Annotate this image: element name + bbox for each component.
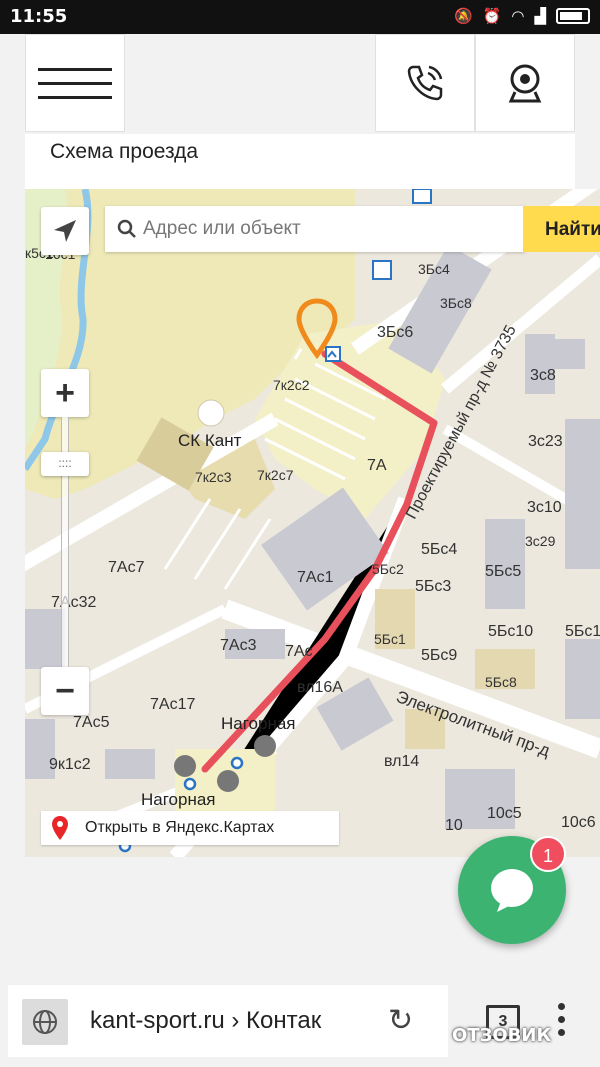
- find-button[interactable]: Найти: [523, 206, 600, 252]
- chat-unread-badge: 1: [530, 836, 566, 872]
- status-bar: 11:55 🔕 ⏰ ◠ ▟: [0, 0, 600, 34]
- page-title: Схема проезда: [50, 140, 199, 163]
- otzovik-watermark: ОТЗОВИК: [452, 1025, 552, 1046]
- building-label: 3Бс8: [440, 295, 472, 311]
- metro-label: Нагорная: [221, 714, 296, 733]
- building-label: 5Бс4: [421, 541, 458, 558]
- building-label: 7Ас7: [108, 559, 145, 576]
- building-label: 10с5: [487, 805, 522, 822]
- building-label: 7Ас1: [297, 569, 334, 586]
- building-label: 10: [445, 817, 463, 834]
- open-in-yandex-label: Открыть в Яндекс.Картах: [85, 819, 275, 836]
- signal-icon: ▟: [534, 8, 546, 25]
- building-label: 3с29: [525, 533, 556, 549]
- hamburger-icon: [38, 57, 112, 110]
- zoom-slider-handle[interactable]: ::::: [41, 452, 89, 476]
- building-label: 7к2с7: [257, 467, 294, 483]
- bell-off-icon: 🔕: [453, 8, 473, 25]
- chat-bubble-icon: [491, 869, 533, 912]
- building-label: 5Бс11: [565, 623, 600, 640]
- url-text: kant-sport.ru › Контак: [90, 1007, 322, 1034]
- building-label: 3Бс4: [418, 261, 450, 277]
- wifi-icon: ◠: [511, 8, 525, 25]
- building-label: 3с23: [528, 433, 563, 450]
- webcam-icon: [508, 64, 542, 103]
- map-canvas: [25, 189, 600, 857]
- building-label: вл16А: [297, 679, 343, 696]
- map-pin-icon: [52, 816, 68, 840]
- building-label: 7к2с3: [195, 469, 232, 485]
- site-header: [0, 34, 600, 134]
- search-icon: [117, 219, 136, 238]
- status-icons: 🔕 ⏰ ◠ ▟: [454, 7, 590, 25]
- building-label: 3с10: [527, 499, 562, 516]
- building-label: 7Ас5: [73, 714, 110, 731]
- building-label: 7Ас17: [150, 696, 196, 713]
- building-label: 3с8: [530, 367, 556, 384]
- address-bar[interactable]: kant-sport.ru › Контак ↻: [8, 985, 448, 1057]
- building-label: 7Ас3: [220, 637, 257, 654]
- building-label: 7Ас32: [51, 594, 97, 611]
- building-label: 7А: [367, 457, 387, 474]
- building-label: 5Бс9: [421, 647, 458, 664]
- building-label: 7к2с2: [273, 377, 310, 393]
- browser-toolbar: kant-sport.ru › Контак ↻ 3: [0, 975, 600, 1067]
- building-label: 5Бс2: [372, 561, 404, 577]
- yandex-map[interactable]: 16с1 7к2с2 СК Кант 7к2с3 7к2с7 7А 7Ас1 7…: [25, 189, 600, 857]
- phone-call-icon: [407, 65, 443, 101]
- reload-icon[interactable]: ↻: [388, 1003, 413, 1038]
- webcam-button[interactable]: [475, 34, 575, 132]
- building-label: 5Бс8: [485, 674, 517, 690]
- zoom-in-button[interactable]: +: [41, 369, 89, 417]
- venue-label: СК Кант: [178, 431, 242, 450]
- map-search-box[interactable]: [105, 206, 525, 252]
- destination-marker-icon[interactable]: [295, 297, 339, 361]
- phone-button[interactable]: [375, 34, 475, 132]
- battery-icon: [556, 8, 590, 24]
- building-label: 5Бс5: [485, 563, 522, 580]
- globe-icon: [22, 999, 68, 1045]
- zoom-out-button[interactable]: −: [41, 667, 89, 715]
- building-label: 7Ас: [285, 643, 313, 660]
- menu-button[interactable]: [25, 34, 125, 132]
- alarm-icon: ⏰: [482, 8, 502, 25]
- more-vert-icon[interactable]: [558, 1003, 570, 1042]
- navigation-arrow-icon: [54, 220, 76, 242]
- map-search-input[interactable]: [143, 218, 503, 240]
- my-location-button[interactable]: [41, 207, 89, 255]
- building-label: 5Бс10: [488, 623, 534, 640]
- building-label: 3Бс6: [377, 324, 414, 341]
- open-in-yandex-maps-link[interactable]: Открыть в Яндекс.Картах: [41, 811, 339, 845]
- building-label: 5Бс1: [374, 631, 406, 647]
- metro-label: Нагорная: [141, 790, 216, 809]
- building-label: 5Бс3: [415, 578, 452, 595]
- status-time: 11:55: [10, 6, 68, 27]
- building-label: вл14: [384, 753, 420, 770]
- building-label: 10с6: [561, 814, 596, 831]
- directions-card-title: Схема проезда: [25, 134, 575, 189]
- building-label: 9к1с2: [49, 756, 91, 773]
